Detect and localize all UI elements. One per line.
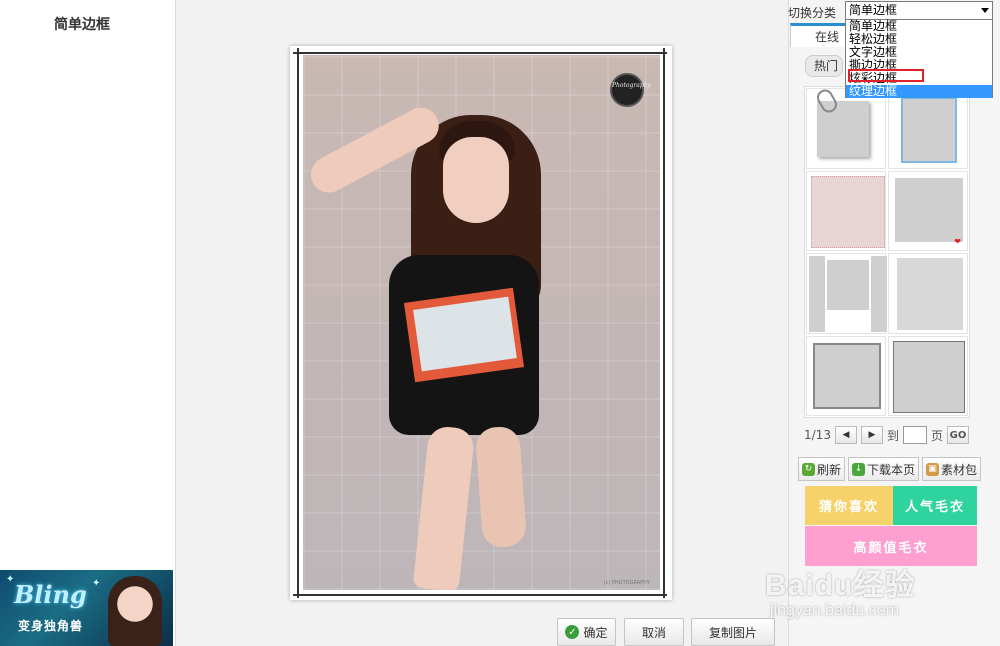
switch-category-label: 切换分类 — [788, 6, 837, 20]
frame-border-left — [297, 48, 299, 598]
thumbnail-preview — [893, 340, 965, 413]
frame-thumbnail[interactable] — [888, 88, 968, 169]
chevron-down-icon — [981, 8, 989, 13]
cancel-button[interactable]: 取消 — [624, 618, 684, 646]
confirm-label: 确定 — [583, 625, 608, 640]
sparkle-icon: ✦ — [92, 578, 101, 589]
frame-border-top — [293, 52, 667, 54]
pager: 1/13 ◀ ▶ 到 页 GO — [804, 426, 969, 444]
material-pack-label: 素材包 — [941, 462, 978, 477]
frame-thumbnail[interactable] — [888, 253, 968, 334]
thumbnail-preview — [827, 260, 869, 310]
goto-label: 到 — [886, 428, 899, 443]
frame-thumbnail-grid: ❤ — [804, 86, 970, 418]
copy-image-button[interactable]: 复制图片 — [691, 618, 775, 646]
annotation-highlight-box — [848, 69, 924, 82]
check-icon: ✓ — [565, 625, 580, 639]
category-dropdown: 简单边框 轻松边框 文字边框 撕边边框 炫彩边框 纹理边框 — [845, 20, 993, 98]
material-pack-button[interactable]: ▣ 素材包 — [922, 457, 982, 481]
shirt-print-text — [413, 296, 517, 372]
thumbnail-preview — [871, 256, 887, 332]
frame-thumbnail[interactable] — [888, 335, 968, 416]
promo-popular-sweater[interactable]: 人气毛衣 — [893, 486, 977, 525]
next-page-button[interactable]: ▶ — [860, 426, 883, 444]
ad-banner[interactable]: ✦ ✦ ✧ Bling 变身独角兽 — [0, 570, 173, 646]
refresh-label: 刷新 — [817, 462, 842, 477]
download-icon: ↓ — [852, 462, 866, 476]
page-number-input[interactable] — [902, 426, 927, 444]
ad-portrait — [108, 576, 162, 646]
thumbnail-preview — [895, 177, 963, 242]
frame-border-bottom — [293, 594, 667, 596]
toolbar: ↻ 刷新 ↓ 下载本页 ▣ 素材包 — [798, 457, 982, 481]
frame-thumbnail[interactable]: ❤ — [888, 170, 968, 251]
refresh-button[interactable]: ↻ 刷新 — [798, 457, 846, 481]
left-panel: 简单边框 ✦ ✦ ✧ Bling 变身独角兽 — [0, 0, 176, 646]
subject-leg-right — [474, 425, 528, 549]
preview-photo: Photography (c) PHOTOGRAPHY — [303, 55, 660, 590]
dropdown-option-selected[interactable]: 纹理边框 — [846, 85, 992, 98]
tab-hot[interactable]: 热门 — [805, 55, 843, 77]
photographer-logo: Photography — [610, 73, 651, 107]
confirm-button[interactable]: ✓ 确定 — [557, 618, 616, 646]
heart-icon: ❤ — [954, 237, 961, 246]
frame-border-right — [663, 48, 665, 598]
tab-online-materials[interactable]: 在线素材 — [790, 23, 850, 47]
baidu-watermark: Baidu经验 — [765, 569, 916, 602]
frame-thumbnail[interactable] — [806, 86, 886, 169]
thumbnail-preview — [811, 175, 885, 248]
page-label: 页 — [930, 428, 943, 443]
page-indicator: 1/13 — [804, 428, 831, 442]
go-button[interactable]: GO — [946, 426, 969, 444]
category-select-value: 简单边框 — [849, 3, 898, 17]
photo-caption: (c) PHOTOGRAPHY — [603, 580, 650, 586]
frame-thumbnail[interactable] — [806, 253, 887, 334]
refresh-icon: ↻ — [802, 462, 815, 476]
thumbnail-preview — [897, 258, 963, 330]
thumbnail-preview — [809, 256, 825, 332]
promo-guess-you-like[interactable]: 猜你喜欢 — [805, 486, 893, 525]
thumbnail-preview — [901, 97, 957, 163]
subject-face — [443, 137, 509, 223]
ad-brand: Bling — [14, 580, 87, 609]
package-icon: ▣ — [926, 462, 940, 476]
prev-page-button[interactable]: ◀ — [834, 426, 857, 444]
ad-subtitle: 变身独角兽 — [18, 619, 84, 633]
baidu-watermark-url: jingyan.baidu.com — [770, 602, 899, 619]
download-page-button[interactable]: ↓ 下载本页 — [848, 457, 920, 481]
frame-thumbnail[interactable] — [806, 335, 886, 416]
thumbnail-preview — [813, 342, 881, 409]
download-label: 下载本页 — [867, 462, 916, 477]
category-select[interactable]: 简单边框 — [845, 1, 993, 20]
frame-thumbnail[interactable] — [806, 170, 886, 251]
panel-title: 简单边框 — [54, 17, 110, 33]
